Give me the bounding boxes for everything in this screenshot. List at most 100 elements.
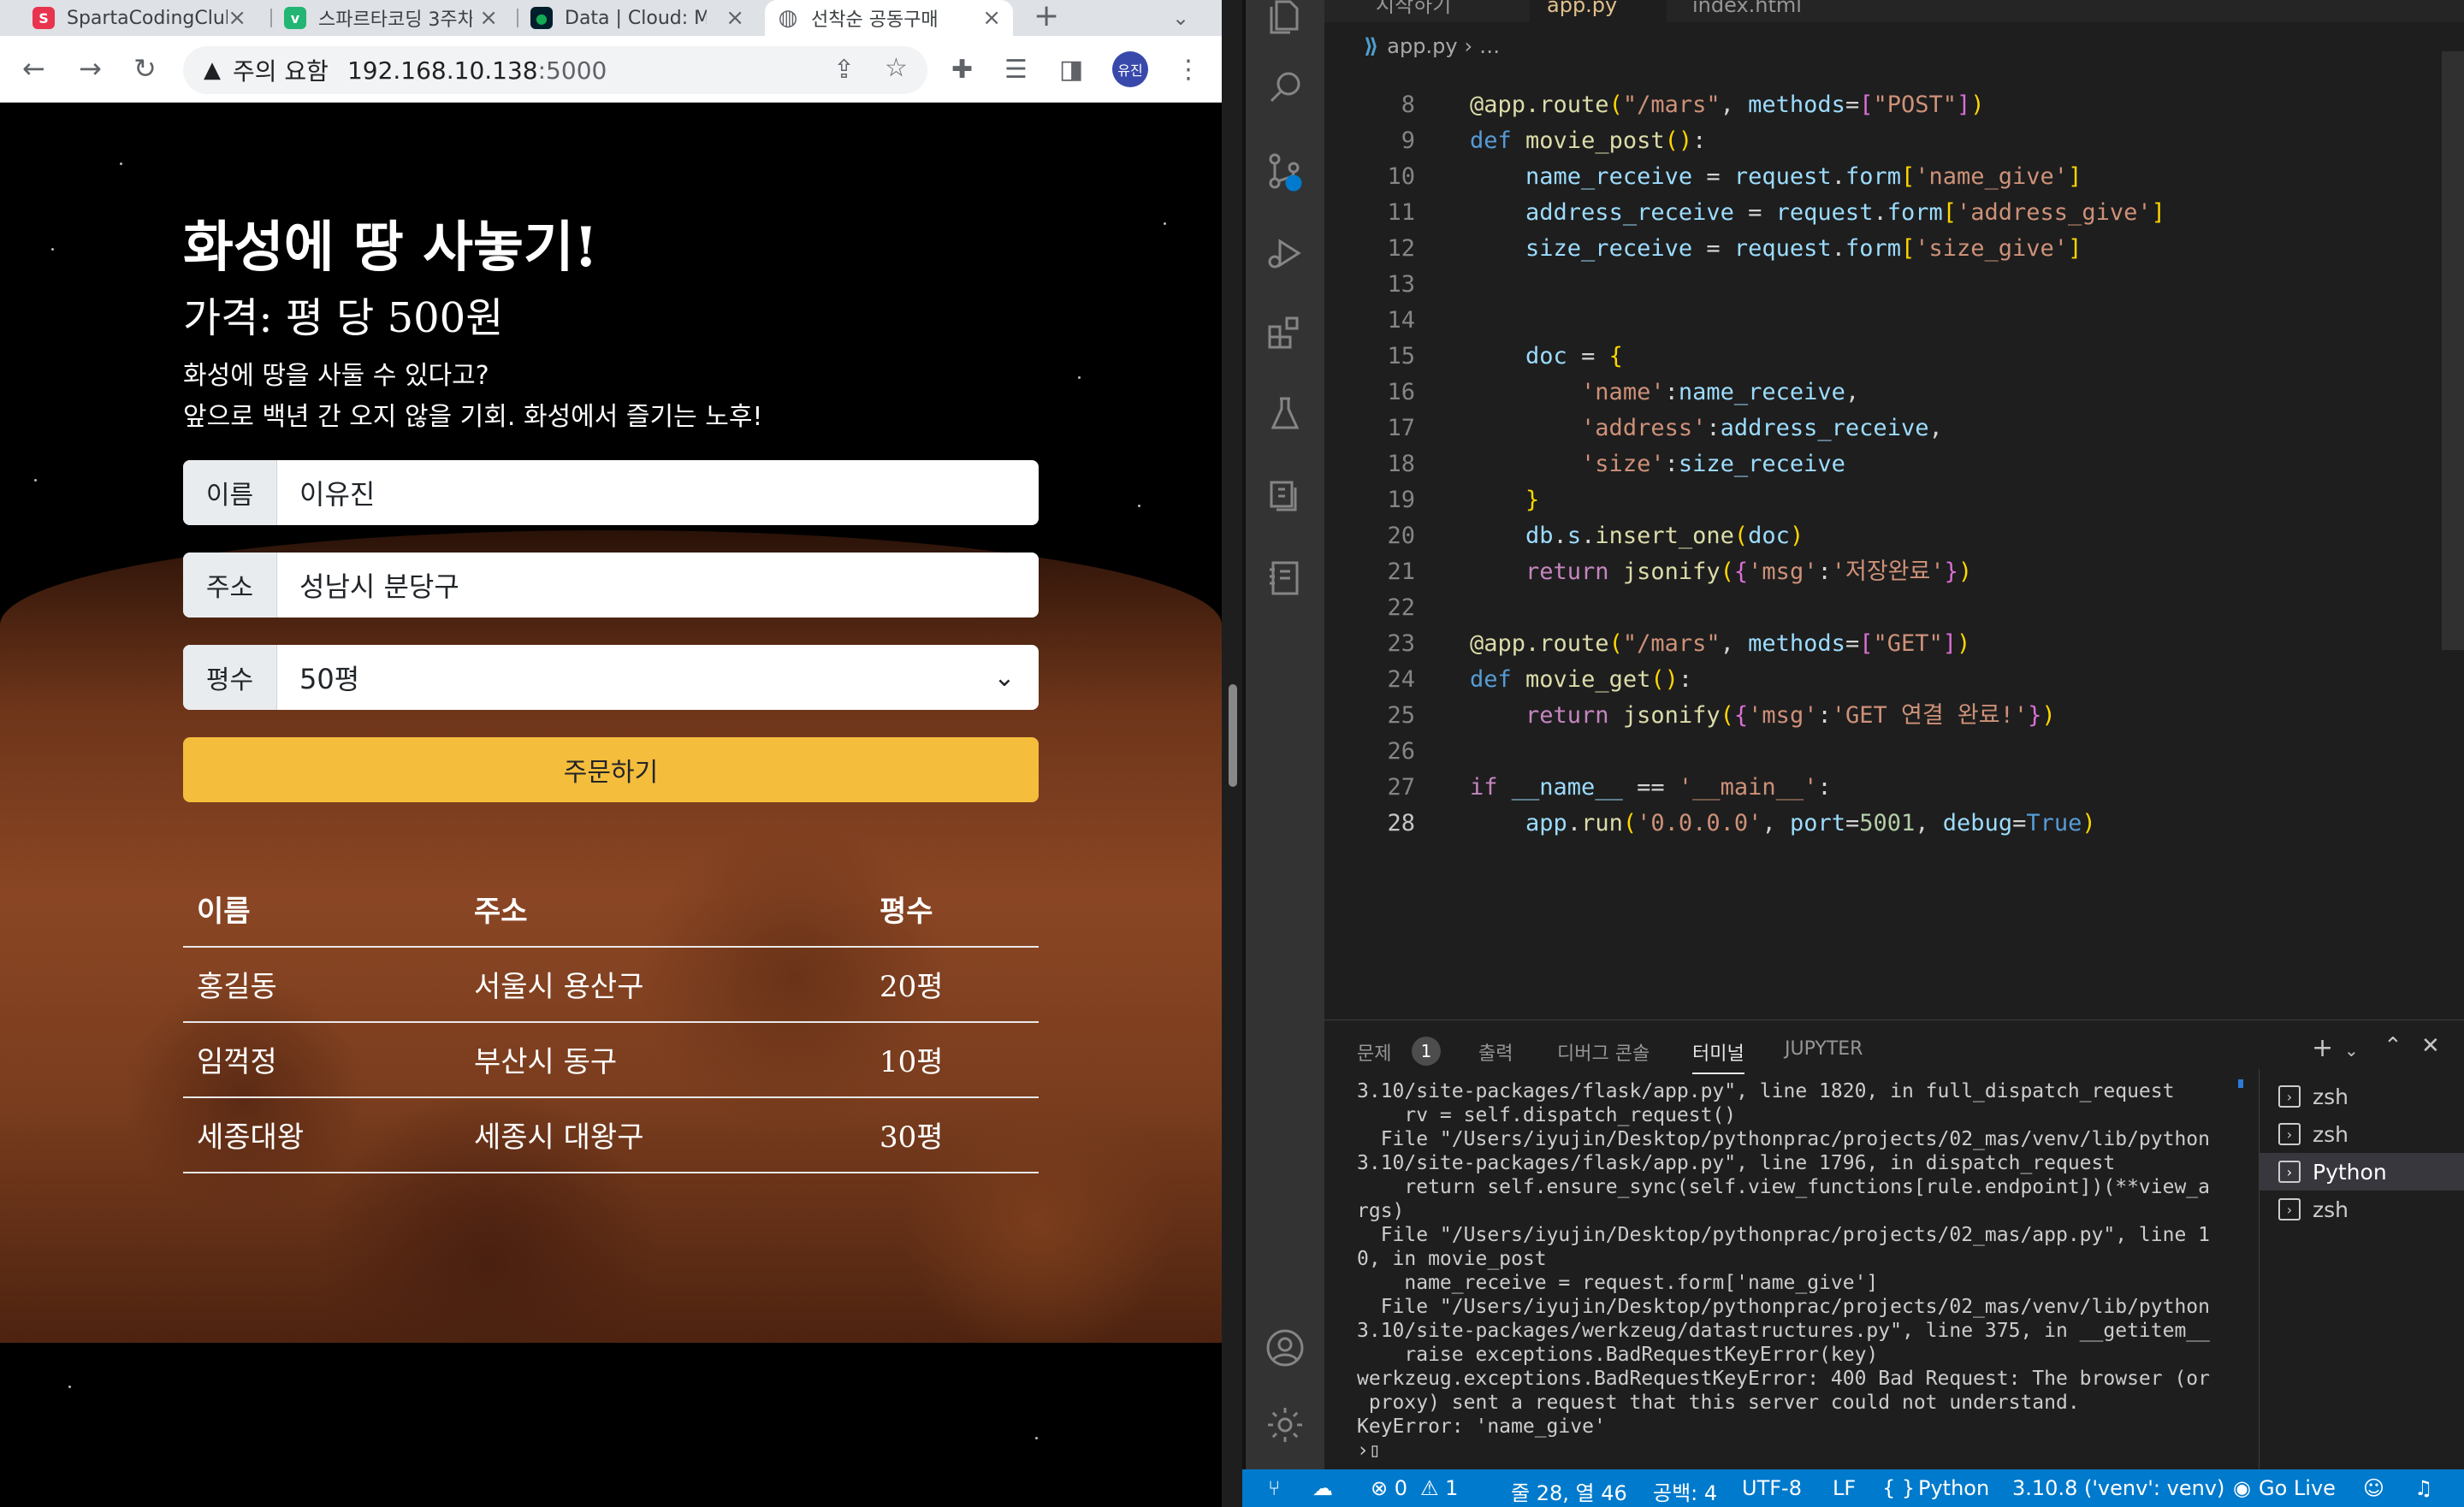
feedback-icon[interactable]: ☺ <box>2363 1476 2384 1500</box>
security-label[interactable]: 주의 요함 <box>233 53 329 87</box>
close-panel-icon[interactable]: ✕ <box>2421 1033 2440 1059</box>
editor-scrollbar[interactable] <box>2442 51 2464 650</box>
code-line: 11 address_receive = request.form['addre… <box>1387 199 2165 226</box>
code-line: 24 def movie_get(): <box>1387 666 1693 693</box>
table-header-cell: 이름 <box>197 895 251 929</box>
tab-problems[interactable]: 문제 <box>1357 1038 1391 1066</box>
python-file-icon: ⟫ <box>1364 34 1379 58</box>
editor-tab[interactable]: 시작하기 <box>1359 0 1521 22</box>
go-live-button[interactable]: Go Live <box>2259 1476 2336 1500</box>
broadcast-icon: ◉ <box>2233 1476 2251 1500</box>
indentation[interactable]: 공백: 4 <box>1653 1476 1717 1506</box>
order-button[interactable]: 주문하기 <box>183 737 1039 802</box>
bookmark-star-icon[interactable]: ☆ <box>885 53 908 83</box>
browser-tab-active[interactable]: ◍ 선착순 공동구매 × <box>765 0 1013 36</box>
kebab-menu-icon[interactable]: ⋮ <box>1176 55 1201 85</box>
language-mode[interactable]: Python <box>1918 1476 1989 1500</box>
profile-avatar[interactable]: 유진 <box>1112 51 1148 87</box>
tab-jupyter[interactable]: JUPYTER <box>1785 1038 1863 1060</box>
notifications-bell-icon[interactable]: ♫ <box>2414 1476 2433 1500</box>
close-tab-icon[interactable]: × <box>726 5 744 31</box>
editor-tab-bar: 시작하기 app.py index.html <box>1324 0 2464 22</box>
web-page: 화성에 땅 사놓기! 가격: 평 당 500원 화성에 땅을 사둘 수 있다고?… <box>0 103 1222 1507</box>
breadcrumb-symbol[interactable]: … <box>1479 34 1500 58</box>
address-input[interactable]: 성남시 분당구 <box>277 553 1039 618</box>
source-control-icon[interactable] <box>1246 137 1324 205</box>
terminal-item[interactable]: › zsh <box>2260 1078 2464 1115</box>
python-interpreter[interactable]: 3.10.8 ('venv': venv) <box>2012 1476 2224 1500</box>
terminal-output[interactable]: 3.10/site-packages/flask/app.py", line 1… <box>1357 1079 2247 1463</box>
url-port[interactable]: :5000 <box>538 56 607 85</box>
name-input[interactable]: 이유진 <box>277 460 1039 525</box>
code-line: 16 'name':name_receive, <box>1387 379 1860 405</box>
extensions-puzzle-icon[interactable]: ✚ <box>951 55 973 85</box>
warnings-count[interactable]: ⚠ 1 <box>1420 1476 1458 1500</box>
remote-sync-icon[interactable]: ☁ <box>1312 1476 1333 1500</box>
address-bar[interactable]: ▲ 주의 요함 192.168.10.138:5000 ⇪ ☆ <box>183 46 927 94</box>
tab-output[interactable]: 출력 <box>1478 1038 1513 1066</box>
tab-debug-console[interactable]: 디버그 콘솔 <box>1557 1038 1650 1066</box>
terminal-item[interactable]: › zsh <box>2260 1191 2464 1228</box>
table-cell: 20평 <box>880 970 944 1004</box>
chevron-down-icon[interactable]: ⌄ <box>2344 1040 2359 1061</box>
reading-list-icon[interactable]: ☰ <box>1004 55 1028 85</box>
table-cell: 부산시 동구 <box>474 1045 618 1079</box>
reload-icon[interactable]: ↻ <box>133 51 157 86</box>
code-line: 27 if __name__ == '__main__': <box>1387 774 1832 801</box>
forward-arrow-icon[interactable]: → <box>79 51 102 86</box>
problems-count-badge: 1 <box>1412 1037 1441 1066</box>
terminal-line: 3.10/site-packages/flask/app.py", line 1… <box>1357 1152 2116 1174</box>
terminal-item-selected[interactable]: › Python <box>2260 1153 2464 1191</box>
browser-toolbar: ← → ↻ ▲ 주의 요함 192.168.10.138:5000 ⇪ ☆ ✚ … <box>0 36 1222 103</box>
close-tab-icon[interactable]: × <box>228 5 246 31</box>
run-debug-icon[interactable] <box>1246 219 1324 287</box>
terminal-item[interactable]: › zsh <box>2260 1115 2464 1153</box>
tab-terminal[interactable]: 터미널 <box>1692 1038 1744 1074</box>
extensions-icon[interactable] <box>1246 299 1324 368</box>
browser-tab[interactable]: ● Data | Cloud: MongoDB × <box>518 0 756 36</box>
size-field: 평수 50평 ⌄ <box>183 645 1039 710</box>
terminal-item-label: zsh <box>2313 1197 2348 1222</box>
editor-tab[interactable]: index.html <box>1675 0 1838 22</box>
editor-tab-active[interactable]: app.py <box>1530 0 1667 22</box>
new-terminal-plus-icon[interactable]: + <box>2312 1033 2333 1063</box>
source-control-branch-icon[interactable]: ⑂ <box>1268 1476 1280 1500</box>
warning-triangle-icon[interactable]: ▲ <box>204 57 221 83</box>
notebook-icon[interactable] <box>1246 544 1324 612</box>
new-tab-icon[interactable]: + <box>1034 0 1059 36</box>
code-line: 17 'address':address_receive, <box>1387 415 1943 441</box>
testing-flask-icon[interactable] <box>1246 380 1324 448</box>
search-icon[interactable] <box>1246 53 1324 121</box>
account-icon[interactable] <box>1246 1314 1324 1382</box>
close-tab-icon[interactable]: × <box>479 5 498 31</box>
table-cell: 세종대왕 <box>197 1120 305 1155</box>
tab-search-icon[interactable]: ⌄ <box>1172 0 1189 36</box>
terminal-line: proxy) sent a request that this server c… <box>1357 1392 2080 1414</box>
code-line: 10 name_receive = request.form['name_giv… <box>1387 163 2082 190</box>
star <box>1078 376 1081 379</box>
side-panel-icon[interactable]: ◨ <box>1059 55 1083 85</box>
terminal-icon: › <box>2278 1161 2301 1183</box>
status-bar: ⑂ ☁ ⊗ 0 ⚠ 1 줄 28, 열 46 공백: 4 UTF-8 LF { … <box>1242 1469 2464 1507</box>
url-host[interactable]: 192.168.10.138 <box>347 56 538 85</box>
share-icon[interactable]: ⇪ <box>833 55 855 85</box>
remote-explorer-icon[interactable] <box>1246 462 1324 530</box>
explorer-files-icon[interactable] <box>1246 0 1324 51</box>
errors-count[interactable]: ⊗ 0 <box>1371 1476 1407 1500</box>
cursor-position[interactable]: 줄 28, 열 46 <box>1511 1476 1627 1506</box>
size-select[interactable]: 50평 <box>277 645 970 710</box>
breadcrumb-file[interactable]: app.py <box>1387 34 1457 58</box>
terminal-line: name_receive = request.form['name_give'] <box>1357 1272 1879 1294</box>
encoding[interactable]: UTF-8 <box>1742 1476 1802 1500</box>
browser-tab[interactable]: S SpartaCodingClub × <box>21 0 258 36</box>
window-resize-handle[interactable] <box>1229 684 1237 787</box>
back-arrow-icon[interactable]: ← <box>22 51 45 86</box>
code-line: 25 return jsonify({'msg':'GET 연결 완료!'}) <box>1387 702 2056 729</box>
browser-tab[interactable]: v 스파르타코딩 3주차 × <box>272 0 510 36</box>
chevron-down-icon[interactable]: ⌄ <box>970 645 1039 710</box>
close-tab-icon[interactable]: × <box>982 5 1001 31</box>
maximize-panel-icon[interactable]: ⌃ <box>2384 1033 2402 1059</box>
terminal-line: File "/Users/iyujin/Desktop/pythonprac/p… <box>1357 1296 2210 1318</box>
settings-gear-icon[interactable] <box>1246 1391 1324 1459</box>
end-of-line[interactable]: LF <box>1833 1476 1856 1500</box>
